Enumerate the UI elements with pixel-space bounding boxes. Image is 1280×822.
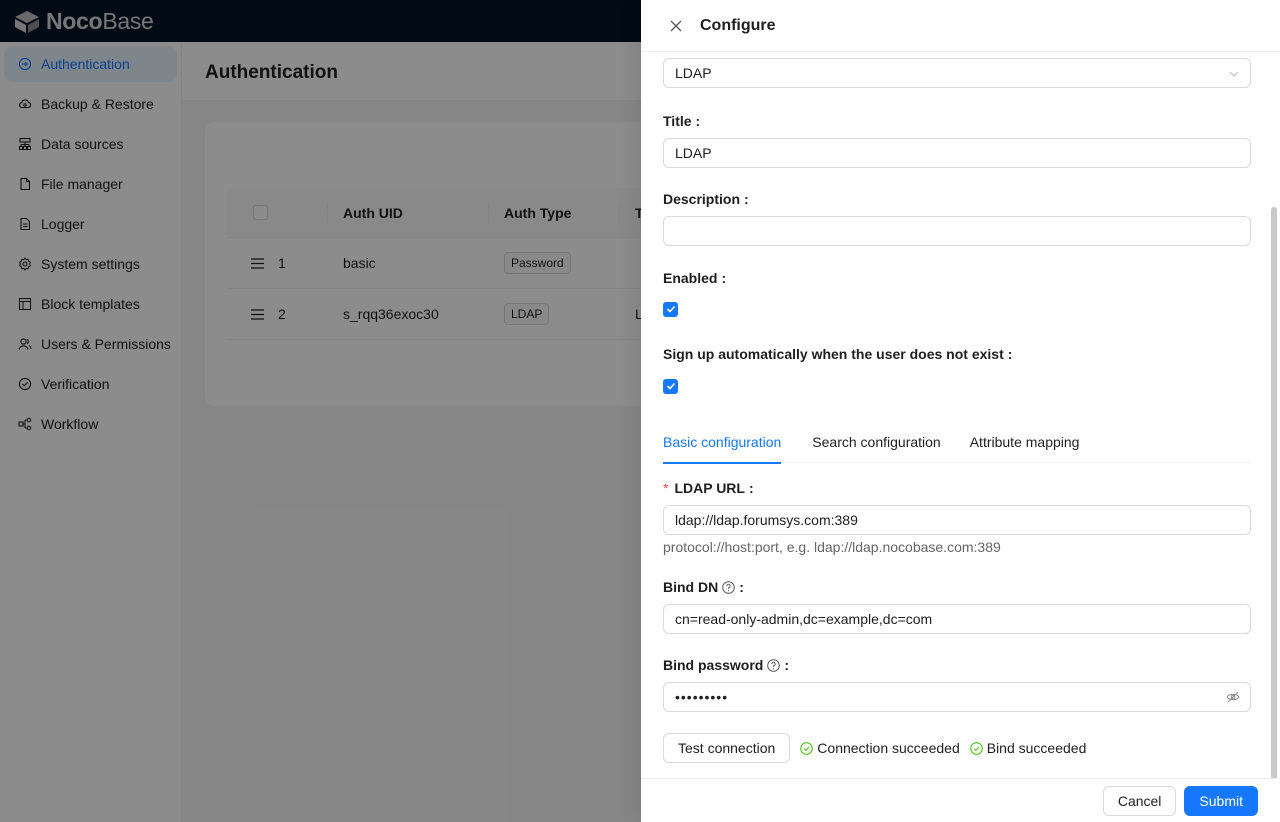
connection-status: Connection succeeded [800, 740, 960, 756]
description-field: Description: [663, 189, 1251, 246]
drawer-title: Configure [700, 16, 776, 34]
signup-checkbox[interactable] [663, 378, 678, 394]
ldap-url-label: * LDAP URL: [663, 480, 754, 496]
question-circle-icon[interactable] [767, 658, 781, 672]
test-connection-row: Test connection Connection succeeded Bin… [663, 733, 1251, 763]
check-circle-icon [969, 741, 983, 755]
bind-password-field: Bind password : ••••••••• [663, 655, 1251, 712]
description-label: Description: [663, 191, 749, 207]
description-input[interactable] [663, 216, 1251, 246]
enabled-label: Enabled: [663, 270, 727, 286]
drawer-footer: Cancel Submit [641, 778, 1280, 822]
bind-dn-field: Bind DN : cn=read-only-admin,dc=example,… [663, 577, 1251, 634]
auth-type-select[interactable]: LDAP [663, 58, 1251, 88]
eye-invisible-icon[interactable] [1226, 690, 1240, 704]
drawer-scrollbar[interactable] [1271, 207, 1277, 778]
close-icon[interactable] [668, 18, 684, 34]
title-label: Title: [663, 113, 701, 129]
check-icon [666, 382, 675, 390]
bind-password-input[interactable]: ••••••••• [663, 682, 1251, 712]
title-field: Title: LDAP [663, 111, 1251, 168]
tab-basic-configuration[interactable]: Basic configuration [663, 429, 782, 464]
question-circle-icon[interactable] [722, 580, 736, 594]
tab-search-configuration[interactable]: Search configuration [812, 429, 940, 463]
signup-field: Sign up automatically when the user does… [663, 344, 1251, 394]
auth-type-value: LDAP [675, 65, 712, 81]
enabled-checkbox[interactable] [663, 301, 678, 317]
signup-label: Sign up automatically when the user does… [663, 346, 1013, 362]
bind-dn-input[interactable]: cn=read-only-admin,dc=example,dc=com [663, 604, 1251, 634]
ldap-url-help: protocol://host:port, e.g. ldap://ldap.n… [663, 539, 1001, 555]
drawer-body: LDAP Title: LDAP Description: Enabled: S [641, 52, 1280, 778]
auth-type-field: LDAP [663, 58, 1251, 88]
ldap-url-field: * LDAP URL: ldap://ldap.forumsys.com:389 … [663, 478, 1251, 555]
test-connection-button[interactable]: Test connection [663, 733, 791, 763]
bind-password-label: Bind password : [663, 657, 790, 673]
bind-dn-label: Bind DN : [663, 579, 744, 595]
check-circle-icon [800, 741, 814, 755]
config-tabs: Basic configuration Search configuration… [663, 429, 1251, 464]
bind-status: Bind succeeded [969, 740, 1086, 756]
tab-attribute-mapping[interactable]: Attribute mapping [970, 429, 1080, 463]
submit-button[interactable]: Submit [1184, 785, 1258, 816]
check-icon [666, 305, 675, 313]
chevron-down-icon [1229, 71, 1239, 77]
cancel-button[interactable]: Cancel [1102, 785, 1177, 816]
ldap-url-input[interactable]: ldap://ldap.forumsys.com:389 [663, 505, 1251, 535]
title-input[interactable]: LDAP [663, 138, 1251, 168]
enabled-field: Enabled: [663, 268, 1251, 317]
configure-drawer: Configure LDAP Title: LDAP Description: … [641, 0, 1280, 822]
drawer-header: Configure [641, 0, 1280, 52]
required-mark: * [663, 480, 669, 496]
